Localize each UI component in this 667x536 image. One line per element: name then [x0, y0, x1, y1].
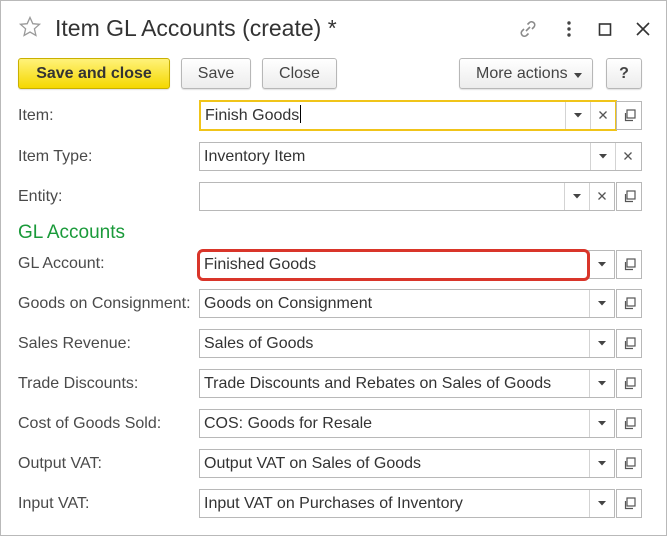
input-vat-open-button[interactable] — [616, 489, 642, 518]
item-type-field[interactable]: Inventory Item — [199, 142, 642, 171]
gl-account-highlight — [197, 249, 590, 281]
cogs-label: Cost of Goods Sold: — [18, 415, 162, 432]
item-type-label: Item Type: — [18, 148, 93, 165]
item-value: Finish Goods — [205, 105, 302, 124]
item-type-clear-icon[interactable] — [615, 143, 641, 170]
open-copy-icon — [624, 417, 636, 430]
output-vat-dropdown-icon[interactable] — [589, 450, 615, 477]
open-copy-icon — [624, 457, 636, 470]
consignment-dropdown-icon[interactable] — [589, 290, 615, 317]
item-clear-icon[interactable] — [590, 102, 616, 129]
entity-dropdown-icon[interactable] — [564, 183, 590, 210]
maximize-icon[interactable] — [594, 18, 616, 40]
open-copy-icon — [624, 377, 636, 390]
output-vat-value: Output VAT on Sales of Goods — [204, 455, 422, 472]
more-actions-button[interactable]: More actions — [459, 58, 593, 89]
sales-revenue-field[interactable]: Sales of Goods — [199, 329, 615, 358]
entity-open-button[interactable] — [616, 182, 642, 211]
output-vat-label: Output VAT: — [18, 455, 102, 472]
trade-discounts-value: Trade Discounts and Rebates on Sales of … — [204, 375, 552, 392]
close-button[interactable]: Close — [262, 58, 337, 89]
trade-discounts-label: Trade Discounts: — [18, 375, 139, 392]
output-vat-field[interactable]: Output VAT on Sales of Goods — [199, 449, 615, 478]
close-window-icon[interactable] — [632, 18, 654, 40]
entity-label: Entity: — [18, 188, 63, 205]
item-dropdown-icon[interactable] — [565, 102, 591, 129]
gl-account-dropdown-icon[interactable] — [589, 251, 615, 278]
help-button[interactable]: ? — [606, 58, 642, 89]
output-vat-open-button[interactable] — [616, 449, 642, 478]
cogs-dropdown-icon[interactable] — [589, 410, 615, 437]
open-copy-icon — [624, 190, 636, 203]
sales-revenue-open-button[interactable] — [616, 329, 642, 358]
favorite-star-icon[interactable] — [18, 15, 42, 39]
more-actions-label: More actions — [476, 65, 568, 82]
entity-field[interactable] — [199, 182, 615, 211]
consignment-value: Goods on Consignment — [204, 295, 373, 312]
open-copy-icon — [624, 109, 636, 122]
consignment-label: Goods on Consignment: — [18, 295, 191, 312]
input-vat-value: Input VAT on Purchases of Inventory — [204, 495, 463, 512]
gl-account-label: GL Account: — [18, 255, 105, 272]
cogs-value: COS: Goods for Resale — [204, 415, 373, 432]
sales-revenue-value: Sales of Goods — [204, 335, 314, 352]
consignment-open-button[interactable] — [616, 289, 642, 318]
open-copy-icon — [624, 258, 636, 271]
item-field[interactable]: Finish Goods — [199, 100, 617, 131]
item-open-button[interactable] — [616, 101, 642, 130]
trade-discounts-open-button[interactable] — [616, 369, 642, 398]
link-icon[interactable] — [517, 18, 539, 40]
open-copy-icon — [624, 337, 636, 350]
gl-account-open-button[interactable] — [616, 250, 642, 279]
entity-clear-icon[interactable] — [589, 183, 615, 210]
save-button[interactable]: Save — [181, 58, 251, 89]
input-vat-field[interactable]: Input VAT on Purchases of Inventory — [199, 489, 615, 518]
open-copy-icon — [624, 497, 636, 510]
item-label: Item: — [18, 107, 54, 124]
cogs-open-button[interactable] — [616, 409, 642, 438]
trade-discounts-dropdown-icon[interactable] — [589, 370, 615, 397]
sales-revenue-dropdown-icon[interactable] — [589, 330, 615, 357]
item-type-value: Inventory Item — [204, 148, 306, 165]
save-and-close-button[interactable]: Save and close — [18, 58, 170, 89]
close-button-label: Close — [279, 65, 320, 82]
title-bar: Item GL Accounts (create) * — [1, 1, 666, 57]
sales-revenue-label: Sales Revenue: — [18, 335, 131, 352]
gl-accounts-section-title: GL Accounts — [18, 222, 126, 243]
item-type-dropdown-icon[interactable] — [590, 143, 616, 170]
open-copy-icon — [624, 297, 636, 310]
input-vat-label: Input VAT: — [18, 495, 90, 512]
item-gl-accounts-window: Item GL Accounts (create) * Save and clo… — [0, 0, 667, 536]
chevron-down-icon — [574, 60, 582, 89]
consignment-field[interactable]: Goods on Consignment — [199, 289, 615, 318]
window-title: Item GL Accounts (create) * — [55, 15, 337, 41]
trade-discounts-field[interactable]: Trade Discounts and Rebates on Sales of … — [199, 369, 615, 398]
cogs-field[interactable]: COS: Goods for Resale — [199, 409, 615, 438]
input-vat-dropdown-icon[interactable] — [589, 490, 615, 517]
more-vertical-icon[interactable] — [558, 18, 580, 40]
